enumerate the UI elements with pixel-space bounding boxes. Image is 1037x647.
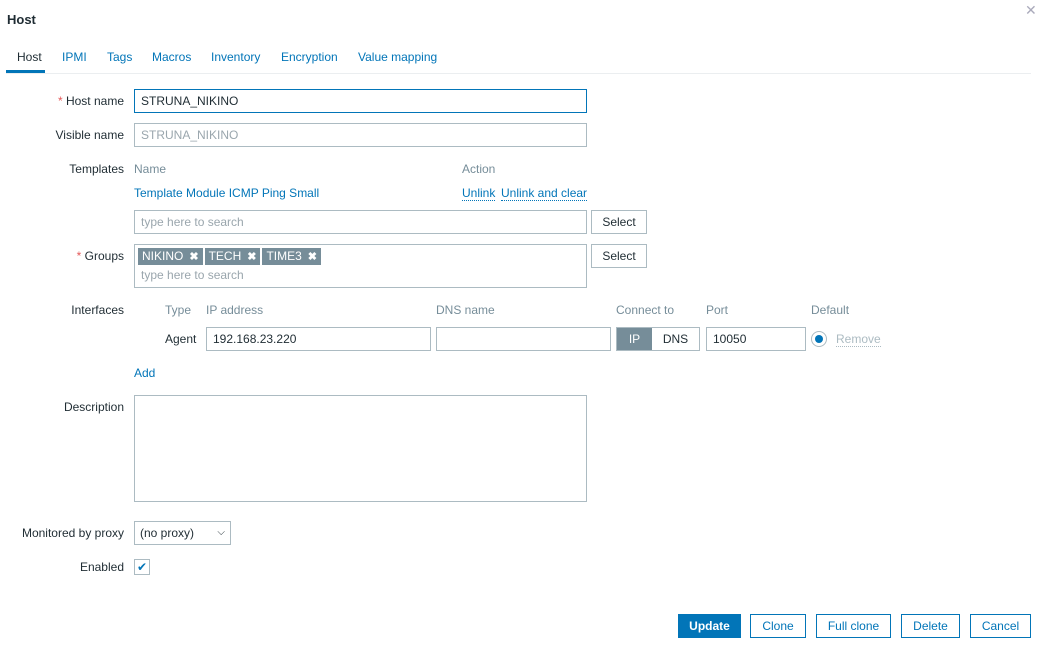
tab-inventory[interactable]: Inventory — [211, 50, 260, 64]
cancel-button[interactable]: Cancel — [970, 614, 1031, 638]
add-interface-link[interactable]: Add — [134, 366, 155, 380]
proxy-label: Monitored by proxy — [21, 526, 124, 540]
check-icon: ✔ — [136, 560, 148, 574]
visible-name-label: Visible name — [55, 128, 124, 142]
visible-name-input[interactable]: STRUNA_NIKINO — [134, 123, 587, 147]
connect-ip-option[interactable]: IP — [617, 328, 652, 350]
tab-macros[interactable]: Macros — [152, 50, 191, 64]
iface-ip-input[interactable]: 192.168.23.220 — [206, 327, 431, 351]
groups-search-input[interactable]: type here to search — [138, 266, 583, 284]
unlink-link[interactable]: Unlink — [462, 186, 496, 201]
groups-label: * Groups — [76, 249, 124, 263]
tab-value-mapping[interactable]: Value mapping — [358, 50, 437, 64]
host-name-label: * Host name — [57, 94, 124, 108]
templates-name-header: Name — [134, 162, 167, 176]
groups-multiselect[interactable]: NIKINO ✖ TECH ✖ TIME3 ✖ type here to search — [134, 244, 587, 288]
remove-tag-icon[interactable]: ✖ — [189, 251, 198, 263]
group-tag: TECH ✖ — [204, 248, 261, 265]
groups-select-button[interactable]: Select — [591, 244, 647, 268]
description-label: Description — [63, 400, 124, 414]
dialog-title: Host — [7, 12, 36, 27]
enabled-label: Enabled — [79, 560, 124, 574]
iface-type: Agent — [165, 332, 197, 346]
default-radio[interactable] — [811, 331, 827, 347]
divider — [6, 73, 1031, 74]
iface-ip-header: IP address — [206, 303, 264, 317]
tab-host[interactable]: Host — [17, 50, 42, 64]
description-textarea[interactable] — [134, 395, 587, 502]
iface-dns-input[interactable] — [436, 327, 611, 351]
iface-port-header: Port — [706, 303, 729, 317]
tab-encryption[interactable]: Encryption — [281, 50, 338, 64]
full-clone-button[interactable]: Full clone — [816, 614, 891, 638]
unlink-clear-link[interactable]: Unlink and clear — [501, 186, 588, 201]
iface-default-header: Default — [811, 303, 850, 317]
update-button[interactable]: Update — [678, 614, 741, 638]
interfaces-label: Interfaces — [71, 303, 124, 317]
connect-dns-option[interactable]: DNS — [652, 328, 699, 350]
host-name-input[interactable]: STRUNA_NIKINO — [134, 89, 587, 113]
connect-to-toggle: IP DNS — [616, 327, 700, 351]
remove-tag-icon[interactable]: ✖ — [308, 251, 317, 263]
delete-button[interactable]: Delete — [901, 614, 960, 638]
tab-ipmi[interactable]: IPMI — [62, 50, 87, 64]
iface-dns-header: DNS name — [436, 303, 495, 317]
group-tag: TIME3 ✖ — [262, 248, 322, 265]
remove-interface-link[interactable]: Remove — [836, 332, 881, 347]
enabled-checkbox[interactable]: ✔ — [134, 559, 150, 575]
templates-label: Templates — [69, 162, 124, 176]
chevron-down-icon: ⌵ — [217, 527, 225, 538]
iface-port-input[interactable]: 10050 — [706, 327, 806, 351]
proxy-select[interactable]: (no proxy) ⌵ — [134, 521, 231, 545]
close-icon[interactable]: ✕ — [1025, 2, 1037, 19]
templates-search-input[interactable]: type here to search — [134, 210, 587, 234]
remove-tag-icon[interactable]: ✖ — [247, 251, 256, 263]
templates-action-header: Action — [462, 162, 496, 176]
iface-connect-header: Connect to — [616, 303, 675, 317]
template-link[interactable]: Template Module ICMP Ping Small — [134, 186, 319, 200]
group-tag: NIKINO ✖ — [138, 248, 203, 265]
clone-button[interactable]: Clone — [750, 614, 806, 638]
tab-tags[interactable]: Tags — [107, 50, 132, 64]
templates-select-button[interactable]: Select — [591, 210, 647, 234]
iface-type-header: Type — [165, 303, 192, 317]
